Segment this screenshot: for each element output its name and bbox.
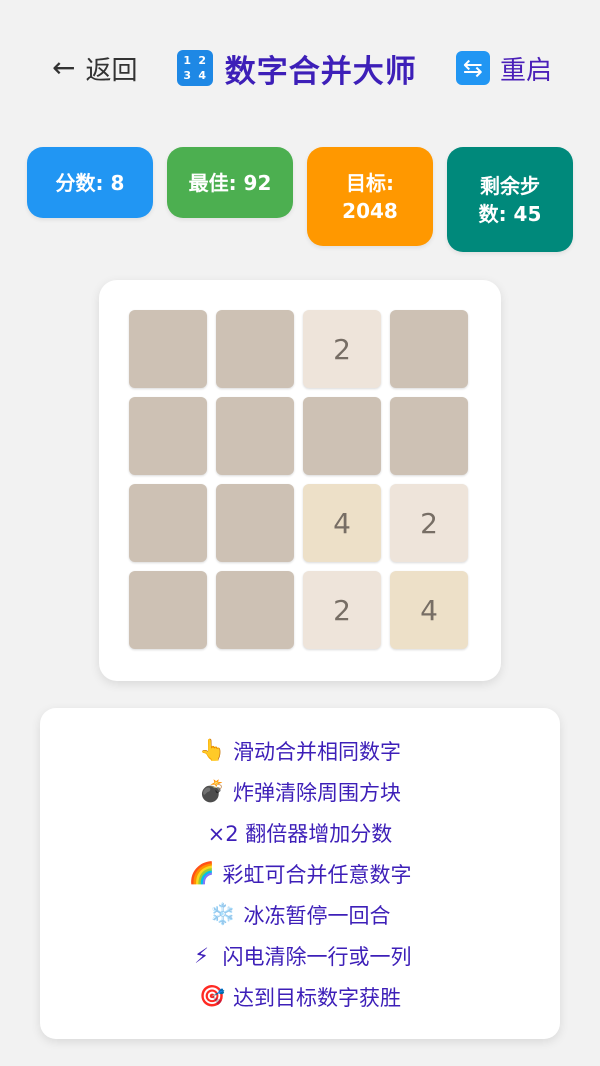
restart-button[interactable]: ⇆ 重启 [455, 50, 552, 87]
board-tile [216, 571, 294, 649]
numbers-icon: 1 2 3 4 [176, 50, 213, 86]
board-tile [390, 397, 468, 475]
target-badge: 目标: 2048 [307, 147, 433, 246]
hint-item: 💣 炸弹清除周围方块 [40, 771, 560, 812]
steps-value: 数: 45 [478, 201, 542, 226]
hint-item: 👆 滑动合并相同数字 [40, 730, 560, 771]
pointing-finger-icon: 👆 [199, 738, 226, 762]
hint-item: ×2 翻倍器增加分数 [40, 812, 560, 853]
score-badge: 分数: 8 [27, 147, 153, 218]
page-title: 数字合并大师 [224, 53, 417, 90]
game-board[interactable]: 24224 [99, 280, 501, 681]
board-tile [129, 397, 207, 475]
board-tile: 4 [303, 484, 381, 562]
best-score-badge: 最佳: 92 [167, 147, 293, 218]
target-icon: 🎯 [199, 984, 226, 1008]
board-tile [303, 397, 381, 475]
hint-item: 🎯 达到目标数字获胜 [40, 976, 560, 1017]
board-tile [129, 484, 207, 562]
rainbow-icon: 🌈 [188, 861, 215, 885]
restart-icon: ⇆ [455, 51, 490, 85]
hint-text: ×2 翻倍器增加分数 [207, 821, 393, 846]
hint-item: ⚡ 闪电清除一行或一列 [40, 935, 560, 976]
board-tile [390, 310, 468, 388]
board-tile [216, 310, 294, 388]
remaining-steps-badge: 剩余步 数: 45 [447, 147, 573, 252]
hints-panel: 👆 滑动合并相同数字 💣 炸弹清除周围方块 ×2 翻倍器增加分数 🌈 彩虹可合并任意数字 ❄️… [40, 708, 560, 1039]
snowflake-icon: ❄️ [209, 902, 236, 926]
restart-label: 重启 [499, 55, 552, 86]
header: ← 返回 1 2 3 4 数字合并大师 ⇆ 重启 [0, 40, 600, 96]
board-tile: 4 [390, 571, 468, 649]
score-text: 分数: 8 [55, 170, 125, 195]
hint-text: 达到目标数字获胜 [233, 985, 401, 1010]
hint-text: 彩虹可合并任意数字 [222, 862, 412, 887]
board-tile [216, 397, 294, 475]
lightning-icon: ⚡ [194, 943, 209, 968]
steps-label: 剩余步 [479, 173, 540, 198]
board-tile: 2 [303, 571, 381, 649]
target-value: 2048 [342, 198, 398, 223]
hint-item: ❄️ 冰冻暂停一回合 [40, 894, 560, 935]
board-tile [216, 484, 294, 562]
title-area: 1 2 3 4 数字合并大师 [176, 46, 417, 91]
board-tile [129, 310, 207, 388]
back-label: 返回 [85, 55, 138, 86]
board-tile [129, 571, 207, 649]
target-label: 目标: [345, 170, 394, 195]
hint-text: 闪电清除一行或一列 [222, 944, 412, 969]
bomb-icon: 💣 [199, 779, 226, 803]
back-button[interactable]: ← 返回 [52, 50, 137, 87]
game-screen: ← 返回 1 2 3 4 数字合并大师 ⇆ 重启 分数: 8 最佳: 92 目标… [0, 0, 600, 1066]
board-tile: 2 [390, 484, 468, 562]
best-score-text: 最佳: 92 [188, 170, 272, 195]
hint-item: 🌈 彩虹可合并任意数字 [40, 853, 560, 894]
left-arrow-icon: ← [52, 51, 76, 84]
hint-text: 炸弹清除周围方块 [233, 780, 401, 805]
hint-text: 滑动合并相同数字 [233, 739, 401, 764]
hint-text: 冰冻暂停一回合 [243, 903, 391, 928]
board-tile: 2 [303, 310, 381, 388]
